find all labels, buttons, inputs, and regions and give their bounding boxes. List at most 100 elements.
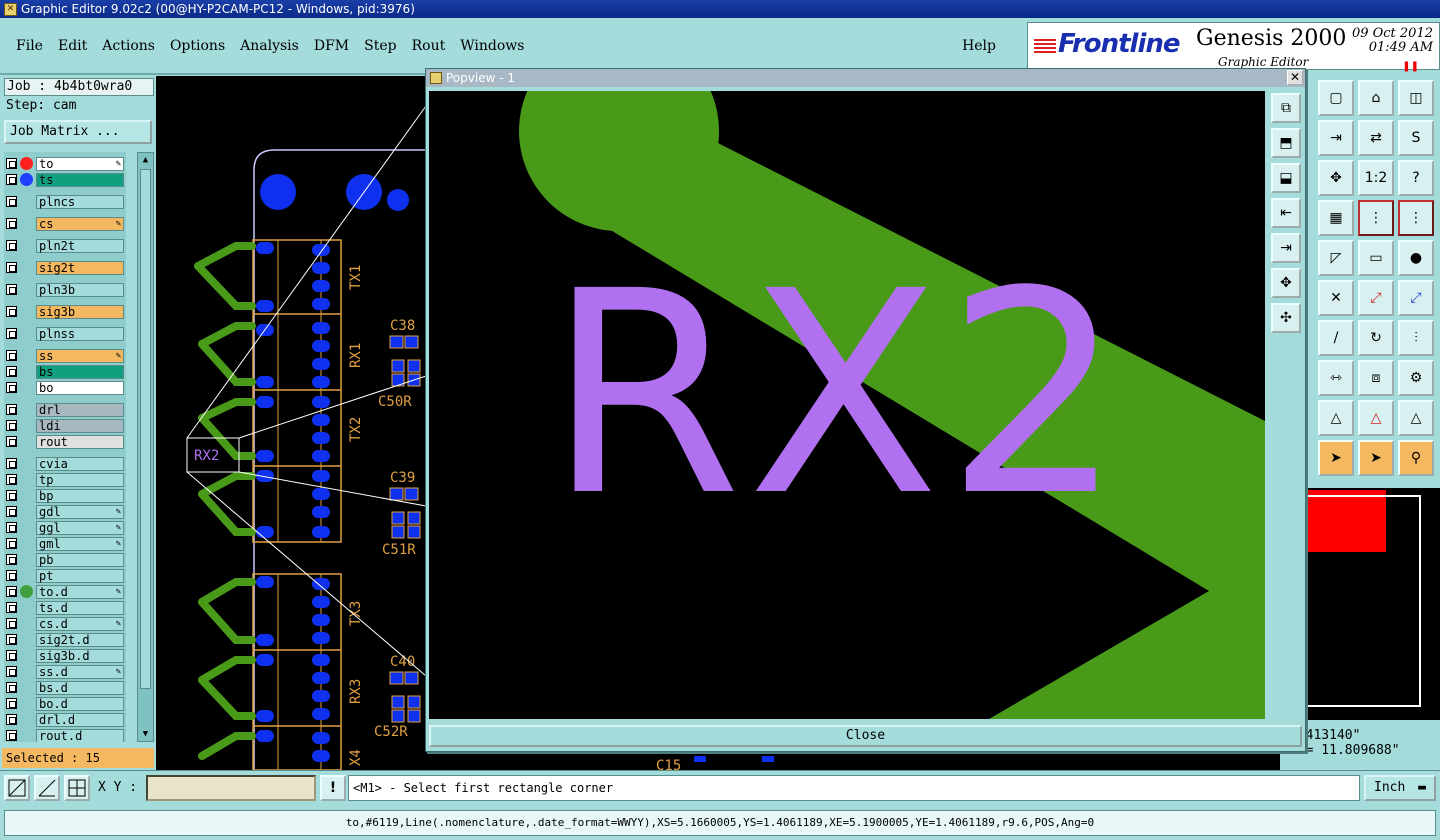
window-split-icon[interactable]: ◫ — [1398, 80, 1434, 116]
layer-name[interactable]: cvia — [36, 456, 124, 471]
job-matrix-button[interactable]: Job Matrix ... — [4, 120, 152, 144]
menu-rout[interactable]: Rout — [412, 38, 446, 54]
layer-row[interactable]: to ✎ — [6, 156, 124, 171]
layer-name[interactable]: plnss — [36, 326, 124, 341]
layer-name[interactable]: drl.d — [36, 712, 124, 727]
layer-name[interactable]: sig3b — [36, 304, 124, 319]
pads-icon[interactable]: ⚙ — [1398, 360, 1434, 396]
net-icon[interactable]: ⚲ — [1398, 440, 1434, 476]
scroll-down-icon[interactable]: ▼ — [140, 728, 151, 740]
layer-row[interactable]: bs — [6, 364, 124, 379]
swap-icon[interactable]: ⇄ — [1358, 120, 1394, 156]
cross-icon[interactable]: ✕ — [1318, 280, 1354, 316]
layer-row[interactable]: cvia — [6, 456, 124, 471]
home-icon[interactable]: ⌂ — [1358, 80, 1394, 116]
layer-checkbox[interactable] — [6, 436, 17, 447]
layer-checkbox[interactable] — [6, 284, 17, 295]
layer-checkbox[interactable] — [6, 240, 17, 251]
layer-row[interactable]: pt — [6, 568, 124, 583]
layer-row[interactable]: ss ✎ — [6, 348, 124, 363]
layer-row[interactable]: gml ✎ — [6, 536, 124, 551]
layer-name[interactable]: bs.d — [36, 680, 124, 695]
layer-checkbox[interactable] — [6, 366, 17, 377]
layer-row[interactable]: tp — [6, 472, 124, 487]
layer-checkbox[interactable] — [6, 538, 17, 549]
layer-name[interactable]: sig2t.d — [36, 632, 124, 647]
layer-name[interactable]: ss.d ✎ — [36, 664, 124, 679]
layer-name[interactable]: to ✎ — [36, 156, 124, 171]
layer-name[interactable]: bo.d — [36, 696, 124, 711]
layer-red2-icon[interactable]: ⋮ — [1398, 200, 1434, 236]
pv-zoom-in-icon[interactable]: ⬒ — [1271, 128, 1301, 158]
s-shape-icon[interactable]: S — [1398, 120, 1434, 156]
pv-zoom-home-icon[interactable]: ⧉ — [1271, 93, 1301, 123]
layer-checkbox[interactable] — [6, 420, 17, 431]
layer-row[interactable]: drl — [6, 402, 124, 417]
layer-checkbox[interactable] — [6, 618, 17, 629]
menu-options[interactable]: Options — [170, 38, 225, 54]
layer-name[interactable]: ts — [36, 172, 124, 187]
scroll-thumb[interactable] — [140, 169, 151, 689]
layer-checkbox[interactable] — [6, 158, 17, 169]
layer-row[interactable]: sig3b — [6, 304, 124, 319]
layer-checkbox[interactable] — [6, 682, 17, 693]
layer-row[interactable]: ggl ✎ — [6, 520, 124, 535]
monitor-icon[interactable]: ▢ — [1318, 80, 1354, 116]
layer-row[interactable]: sig2t.d — [6, 632, 124, 647]
menu-analysis[interactable]: Analysis — [240, 38, 299, 54]
layer-checkbox[interactable] — [6, 328, 17, 339]
overview-map[interactable] — [1305, 488, 1440, 720]
layer-row[interactable]: plnss — [6, 326, 124, 341]
layer-name[interactable]: plncs — [36, 194, 124, 209]
pv-pan-left-icon[interactable]: ⇤ — [1271, 198, 1301, 228]
layer-checkbox[interactable] — [6, 522, 17, 533]
triangle-cross-icon[interactable]: △ — [1398, 400, 1434, 436]
layer-row[interactable]: bp — [6, 488, 124, 503]
layer-checkbox[interactable] — [6, 570, 17, 581]
layer-name[interactable]: cs.d ✎ — [36, 616, 124, 631]
pv-zoom-out-icon[interactable]: ⬓ — [1271, 163, 1301, 193]
layer-checkbox[interactable] — [6, 730, 17, 741]
pointer-icon[interactable]: ➤ — [1358, 440, 1394, 476]
layer-name[interactable]: gdl ✎ — [36, 504, 124, 519]
layer-name[interactable]: pln2t — [36, 238, 124, 253]
layer-checkbox[interactable] — [6, 666, 17, 677]
layer-checkbox[interactable] — [6, 196, 17, 207]
layer-row[interactable]: to.d ✎ — [6, 584, 124, 599]
layer-name[interactable]: rout.d — [36, 728, 124, 742]
route-blue-icon[interactable]: ⤢ — [1398, 280, 1434, 316]
layer-checkbox[interactable] — [6, 404, 17, 415]
layer-row[interactable]: ts.d — [6, 600, 124, 615]
layer-row[interactable]: rout — [6, 434, 124, 449]
popview-canvas[interactable]: RX2 — [429, 91, 1265, 719]
layer-checkbox[interactable] — [6, 650, 17, 661]
layer-row[interactable]: cs.d ✎ — [6, 616, 124, 631]
select-pointer-icon[interactable]: ➤ — [1318, 440, 1354, 476]
layer-name[interactable]: bo — [36, 380, 124, 395]
dot-icon[interactable]: ● — [1398, 240, 1434, 276]
grid-snap-icon[interactable] — [64, 775, 90, 801]
layer-name[interactable]: cs ✎ — [36, 216, 124, 231]
layer-checkbox[interactable] — [6, 218, 17, 229]
close-icon[interactable]: ✕ — [1287, 70, 1303, 85]
layer-name[interactable]: sig2t — [36, 260, 124, 275]
help-icon[interactable]: ? — [1398, 160, 1434, 196]
popview-title-bar[interactable]: Popview - 1 ✕ — [426, 69, 1305, 87]
menu-actions[interactable]: Actions — [102, 38, 155, 54]
layer-row[interactable]: plncs — [6, 194, 124, 209]
menu-dfm[interactable]: DFM — [314, 38, 349, 54]
scroll-up-icon[interactable]: ▲ — [140, 154, 151, 166]
layer-row[interactable]: pln2t — [6, 238, 124, 253]
menu-windows[interactable]: Windows — [460, 38, 524, 54]
popview-close-button[interactable]: Close — [429, 725, 1302, 747]
measure-icon[interactable] — [34, 775, 60, 801]
layer-name[interactable]: sig3b.d — [36, 648, 124, 663]
flip-icon[interactable]: ⫶ — [1398, 320, 1434, 356]
pv-fit-icon[interactable]: ✥ — [1271, 268, 1301, 298]
layer-row[interactable]: pln3b — [6, 282, 124, 297]
center-icon[interactable]: ✥ — [1318, 160, 1354, 196]
layer-name[interactable]: to.d ✎ — [36, 584, 124, 599]
menu-edit[interactable]: Edit — [58, 38, 87, 54]
grid-icon[interactable]: ▦ — [1318, 200, 1354, 236]
layer-name[interactable]: pt — [36, 568, 124, 583]
